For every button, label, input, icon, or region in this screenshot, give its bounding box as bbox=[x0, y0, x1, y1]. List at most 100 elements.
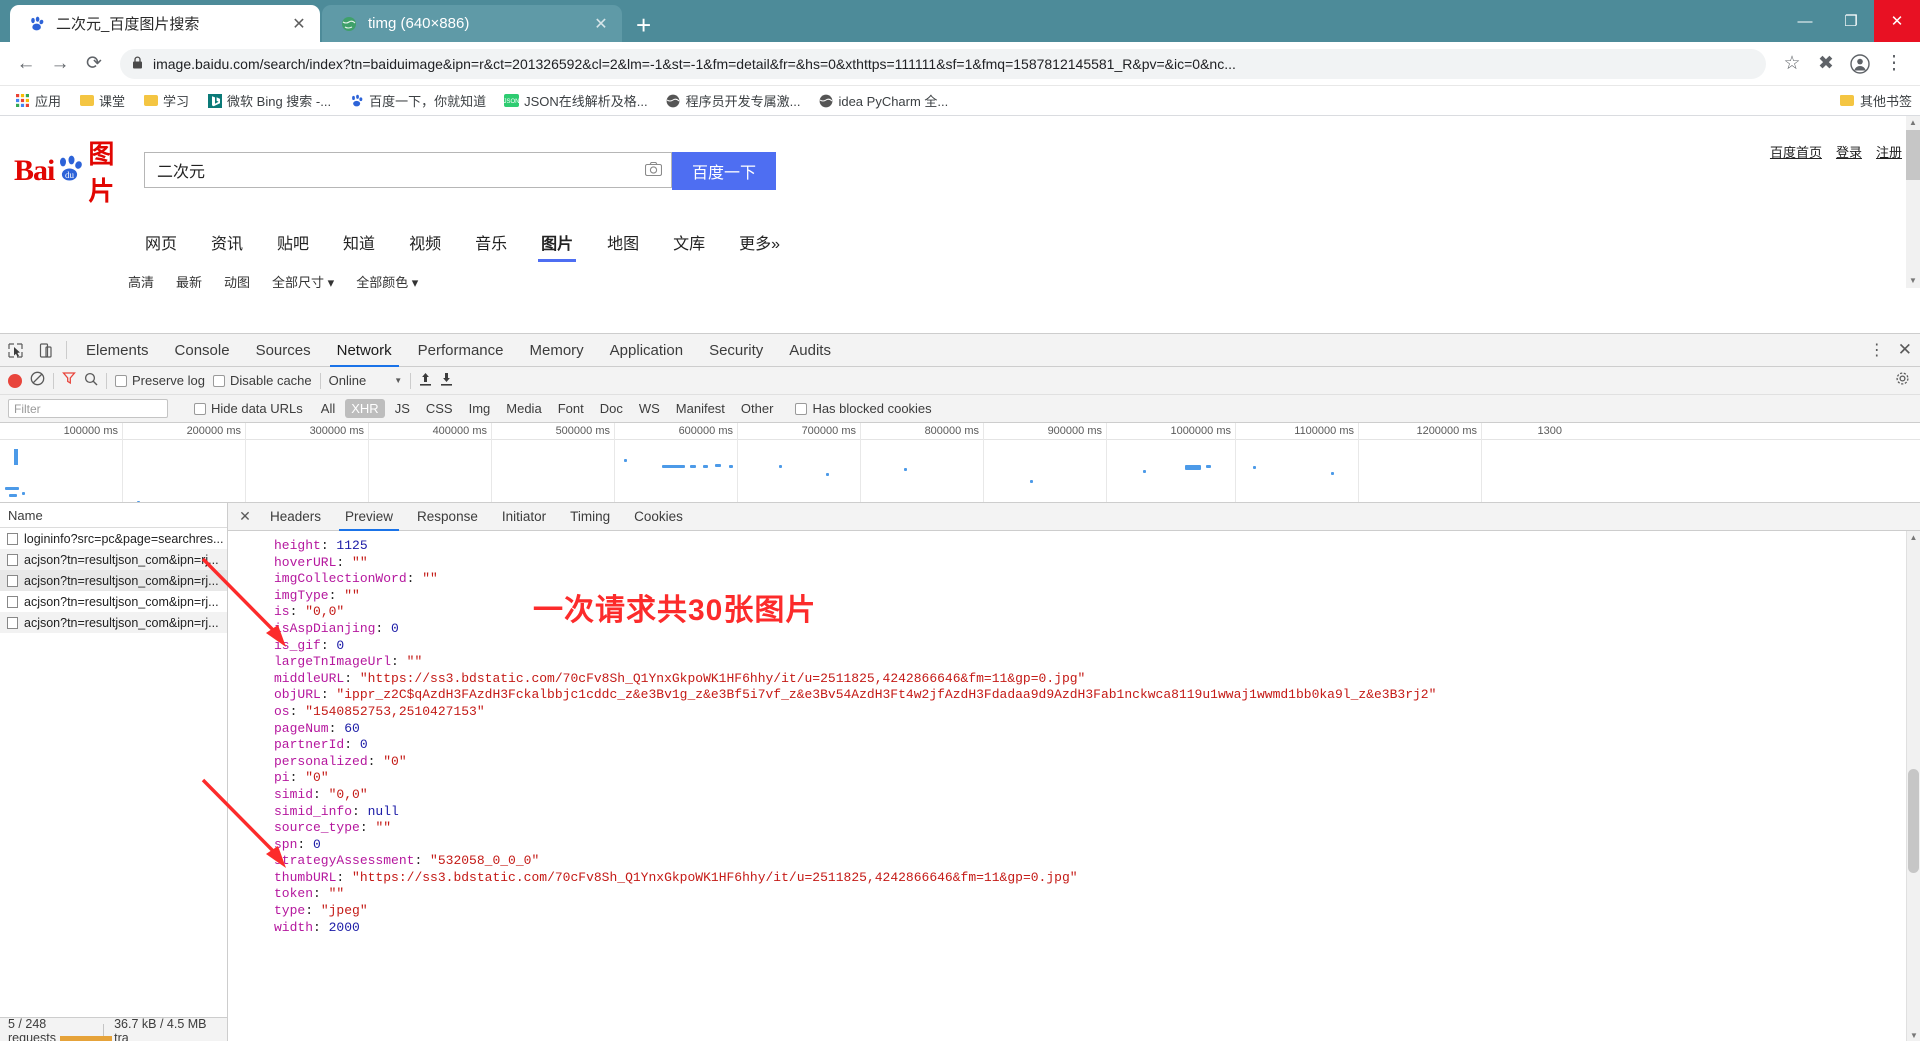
search-button[interactable]: 百度一下 bbox=[672, 152, 776, 190]
bookmark-bing[interactable]: 微软 Bing 搜索 -... bbox=[200, 88, 338, 113]
search-input[interactable]: 二次元 bbox=[144, 152, 672, 188]
scroll-up-icon[interactable]: ▲ bbox=[1906, 116, 1920, 130]
devtools-tab-performance[interactable]: Performance bbox=[405, 334, 517, 367]
device-toolbar-icon[interactable] bbox=[30, 334, 60, 367]
funnel-icon[interactable] bbox=[62, 371, 76, 390]
nav-tab-map[interactable]: 地图 bbox=[590, 222, 656, 262]
tab-close-icon-0[interactable]: ✕ bbox=[290, 14, 308, 34]
table-row[interactable]: acjson?tn=resultjson_com&ipn=rj... bbox=[0, 549, 227, 570]
type-filter-all[interactable]: All bbox=[315, 399, 341, 418]
kebab-menu-icon[interactable]: ⋮ bbox=[1869, 340, 1886, 360]
devtools-tab-console[interactable]: Console bbox=[162, 334, 243, 367]
type-filter-manifest[interactable]: Manifest bbox=[670, 399, 731, 418]
back-icon[interactable]: ← bbox=[10, 48, 42, 80]
download-icon[interactable] bbox=[440, 372, 453, 389]
bookmark-star-icon[interactable]: ☆ bbox=[1776, 48, 1808, 80]
tab-close-icon-1[interactable]: ✕ bbox=[592, 14, 610, 34]
detail-tab-cookies[interactable]: Cookies bbox=[622, 503, 695, 531]
type-filter-font[interactable]: Font bbox=[552, 399, 590, 418]
link-register[interactable]: 注册 bbox=[1876, 142, 1902, 161]
preserve-log-checkbox[interactable]: Preserve log bbox=[115, 373, 205, 388]
upload-icon[interactable] bbox=[419, 372, 432, 389]
nav-tab-music[interactable]: 音乐 bbox=[458, 222, 524, 262]
table-row[interactable]: acjson?tn=resultjson_com&ipn=rj... bbox=[0, 570, 227, 591]
baidu-logo[interactable]: Bai du 图片 bbox=[14, 134, 132, 208]
filter-input[interactable]: Filter bbox=[8, 399, 168, 418]
subfilter-hd[interactable]: 高清 bbox=[128, 272, 154, 288]
subfilter-all-sizes[interactable]: 全部尺寸 ▾ bbox=[272, 272, 334, 288]
scroll-up-icon[interactable]: ▲ bbox=[1907, 531, 1920, 545]
inspect-element-icon[interactable] bbox=[0, 334, 30, 367]
request-list-header[interactable]: Name bbox=[0, 503, 227, 528]
bookmark-apps[interactable]: 应用 bbox=[8, 88, 68, 113]
close-window-button[interactable]: ✕ bbox=[1874, 0, 1920, 42]
link-baidu-home[interactable]: 百度首页 bbox=[1770, 142, 1822, 161]
nav-tab-news[interactable]: 资讯 bbox=[194, 222, 260, 262]
nav-tab-webpage[interactable]: 网页 bbox=[128, 222, 194, 262]
table-row[interactable]: acjson?tn=resultjson_com&ipn=rj... bbox=[0, 612, 227, 633]
type-filter-other[interactable]: Other bbox=[735, 399, 780, 418]
profile-avatar-icon[interactable] bbox=[1844, 48, 1876, 80]
gear-icon[interactable] bbox=[1895, 371, 1910, 390]
network-overview-timeline[interactable]: 100000 ms 200000 ms 300000 ms 400000 ms … bbox=[0, 423, 1920, 503]
devtools-tab-application[interactable]: Application bbox=[597, 334, 696, 367]
subfilter-all-colors[interactable]: 全部颜色 ▾ bbox=[356, 272, 418, 288]
devtools-tab-elements[interactable]: Elements bbox=[73, 334, 162, 367]
type-filter-ws[interactable]: WS bbox=[633, 399, 666, 418]
scroll-down-icon[interactable]: ▼ bbox=[1906, 274, 1920, 288]
detail-tab-preview[interactable]: Preview bbox=[333, 503, 405, 531]
detail-close-icon[interactable]: ✕ bbox=[232, 508, 258, 525]
browser-menu-icon[interactable]: ⋮ bbox=[1878, 48, 1910, 80]
minimize-button[interactable]: — bbox=[1782, 0, 1828, 42]
detail-tab-headers[interactable]: Headers bbox=[258, 503, 333, 531]
scroll-thumb[interactable] bbox=[1908, 769, 1919, 873]
scroll-thumb[interactable] bbox=[1906, 130, 1920, 180]
type-filter-img[interactable]: Img bbox=[463, 399, 497, 418]
page-scrollbar[interactable]: ▲ ▼ bbox=[1906, 116, 1920, 288]
nav-tab-video[interactable]: 视频 bbox=[392, 222, 458, 262]
clear-icon[interactable] bbox=[30, 371, 45, 391]
devtools-tab-security[interactable]: Security bbox=[696, 334, 776, 367]
throttling-select[interactable]: Online ▼ bbox=[329, 373, 403, 388]
search-icon[interactable] bbox=[84, 372, 98, 389]
new-tab-button[interactable]: + bbox=[636, 12, 651, 38]
devtools-tab-sources[interactable]: Sources bbox=[243, 334, 324, 367]
address-bar[interactable]: image.baidu.com/search/index?tn=baiduima… bbox=[120, 48, 1766, 79]
reload-icon[interactable]: ⟳ bbox=[78, 48, 110, 80]
table-row[interactable]: logininfo?src=pc&page=searchres... bbox=[0, 528, 227, 549]
forward-icon[interactable]: → bbox=[44, 48, 76, 80]
type-filter-media[interactable]: Media bbox=[500, 399, 547, 418]
json-preview[interactable]: height: 1125 hoverURL: "" imgCollectionWor… bbox=[228, 531, 1920, 1041]
extension-icon[interactable]: ✖ bbox=[1810, 48, 1842, 80]
bookmark-baidu[interactable]: 百度一下，你就知道 bbox=[342, 88, 493, 113]
browser-tab-0[interactable]: 二次元_百度图片搜索 ✕ bbox=[10, 5, 320, 42]
camera-icon[interactable] bbox=[643, 161, 663, 179]
bookmark-folder-xuexi[interactable]: 学习 bbox=[136, 88, 196, 113]
nav-tab-tieba[interactable]: 贴吧 bbox=[260, 222, 326, 262]
record-stop-icon[interactable] bbox=[8, 373, 22, 388]
nav-tab-images[interactable]: 图片 bbox=[524, 222, 590, 262]
devtools-tab-network[interactable]: Network bbox=[324, 334, 405, 367]
nav-tab-zhidao[interactable]: 知道 bbox=[326, 222, 392, 262]
nav-tab-more[interactable]: 更多» bbox=[722, 222, 797, 262]
detail-scrollbar[interactable]: ▲ ▼ bbox=[1906, 531, 1920, 1041]
devtools-tab-memory[interactable]: Memory bbox=[517, 334, 597, 367]
type-filter-doc[interactable]: Doc bbox=[594, 399, 629, 418]
disable-cache-checkbox[interactable]: Disable cache bbox=[212, 373, 312, 388]
maximize-button[interactable]: ❐ bbox=[1828, 0, 1874, 42]
bookmark-dev-activation[interactable]: 程序员开发专属激... bbox=[659, 88, 808, 113]
detail-tab-response[interactable]: Response bbox=[405, 503, 490, 531]
detail-tab-initiator[interactable]: Initiator bbox=[490, 503, 558, 531]
browser-tab-1[interactable]: timg (640×886) ✕ bbox=[322, 5, 622, 42]
nav-tab-wenku[interactable]: 文库 bbox=[656, 222, 722, 262]
hide-data-urls-checkbox[interactable]: Hide data URLs bbox=[194, 401, 303, 416]
subfilter-latest[interactable]: 最新 bbox=[176, 272, 202, 288]
other-bookmarks[interactable]: 其他书签 bbox=[1840, 91, 1912, 110]
has-blocked-cookies-checkbox[interactable]: Has blocked cookies bbox=[795, 401, 932, 416]
scroll-down-icon[interactable]: ▼ bbox=[1907, 1029, 1920, 1041]
devtools-tab-audits[interactable]: Audits bbox=[776, 334, 844, 367]
type-filter-css[interactable]: CSS bbox=[420, 399, 459, 418]
devtools-close-icon[interactable]: ✕ bbox=[1898, 340, 1912, 360]
type-filter-js[interactable]: JS bbox=[389, 399, 416, 418]
bookmark-json[interactable]: JSON JSON在线解析及格... bbox=[497, 88, 655, 113]
